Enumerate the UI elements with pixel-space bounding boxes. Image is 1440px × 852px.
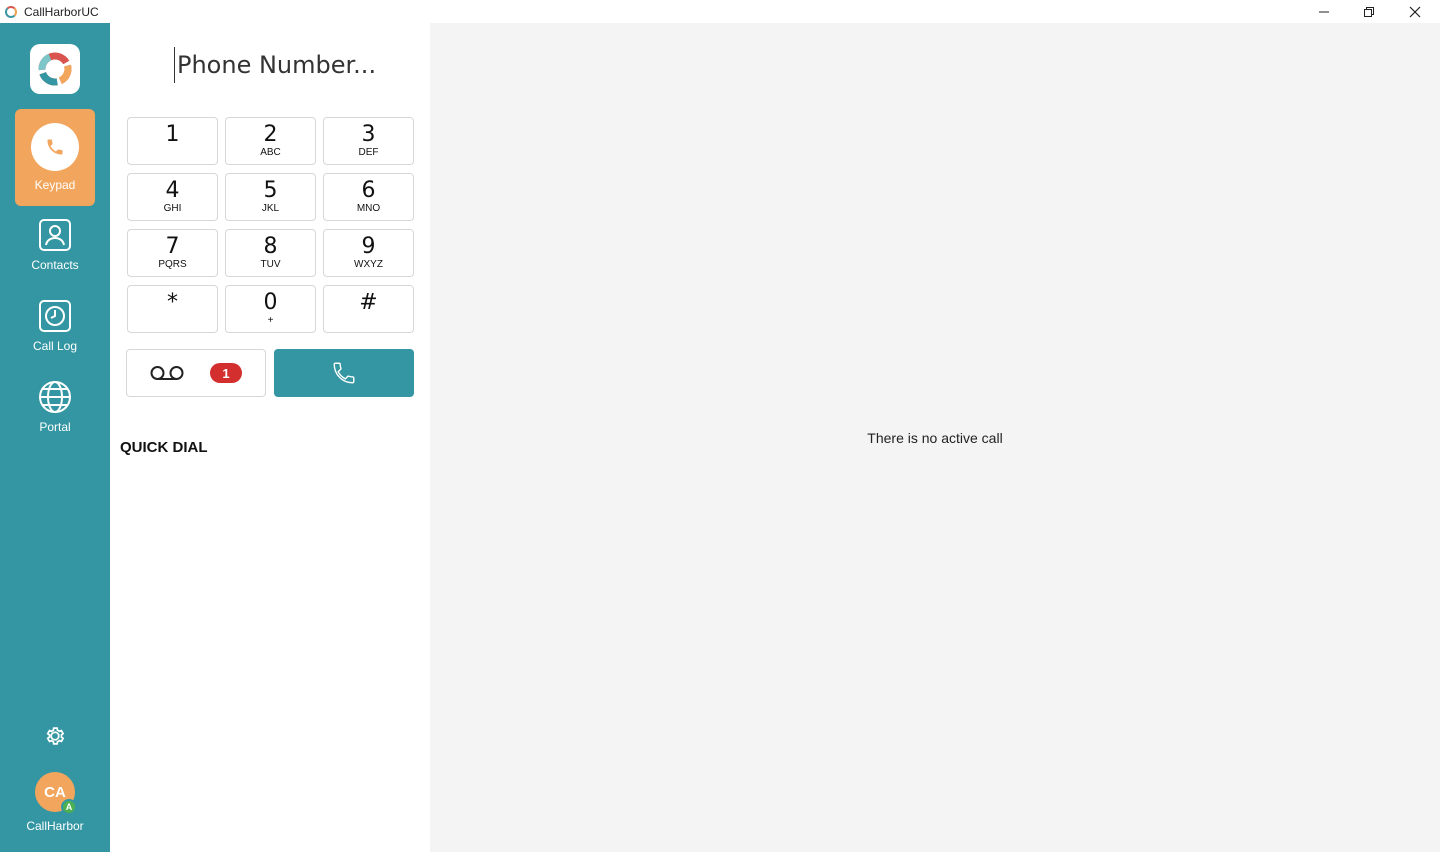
keypad-key[interactable]: 1 [127, 117, 218, 165]
key-letters: TUV [260, 259, 281, 270]
keypad-key[interactable]: 4 GHI [127, 173, 218, 221]
user-name: CallHarbor [26, 819, 84, 833]
keypad-key[interactable]: 5 JKL [225, 173, 316, 221]
brand-logo [30, 44, 80, 94]
quick-dial-heading: QUICK DIAL [120, 439, 208, 456]
key-letters: DEF [358, 147, 379, 158]
key-digit: 4 [165, 178, 180, 203]
window-title: CallHarborUC [24, 4, 99, 19]
minimize-button[interactable] [1301, 0, 1347, 23]
key-letters: JKL [261, 203, 280, 214]
keypad-key[interactable]: 0 + [225, 285, 316, 333]
minimize-icon [1319, 11, 1329, 12]
close-icon [1409, 6, 1421, 17]
brand-logo-icon [38, 52, 72, 86]
key-digit: * [167, 290, 178, 315]
voicemail-button[interactable]: 1 [126, 349, 266, 397]
key-digit: 3 [361, 122, 376, 147]
key-digit: 6 [361, 178, 376, 203]
sidebar-item-label: Call Log [32, 339, 78, 353]
key-digit: 8 [263, 234, 278, 259]
keypad-key[interactable]: 2 ABC [225, 117, 316, 165]
sidebar-item-label: Portal [39, 420, 71, 434]
close-button[interactable] [1392, 0, 1438, 23]
phone-icon [333, 362, 355, 384]
keypad-key[interactable]: # [323, 285, 414, 333]
keypad-key[interactable]: 8 TUV [225, 229, 316, 277]
sidebar-item-contacts[interactable]: Contacts [15, 213, 95, 293]
key-digit: 9 [361, 234, 376, 259]
voicemail-count-badge: 1 [210, 363, 242, 383]
key-digit: 2 [263, 122, 278, 147]
sidebar-item-keypad[interactable]: Keypad [15, 109, 95, 206]
key-letters: ABC [260, 147, 281, 158]
key-digit: 5 [263, 178, 278, 203]
keypad-key[interactable]: 7 PQRS [127, 229, 218, 277]
keypad-key[interactable]: 3 DEF [323, 117, 414, 165]
key-letters: WXYZ [354, 259, 383, 270]
key-digit: 1 [165, 122, 180, 147]
voicemail-icon [150, 366, 184, 380]
settings-gear-icon[interactable] [42, 723, 68, 749]
key-letters: + [267, 315, 274, 326]
globe-icon [39, 381, 71, 413]
keypad-key[interactable]: 9 WXYZ [323, 229, 414, 277]
key-digit: # [359, 290, 378, 315]
key-letters: PQRS [158, 259, 187, 270]
call-button[interactable] [274, 349, 414, 397]
keypad-key[interactable]: 6 MNO [323, 173, 414, 221]
sidebar-item-call-log[interactable]: Call Log [15, 294, 95, 374]
sidebar: Keypad Contacts Call Log Portal CA A Cal… [0, 23, 110, 852]
clock-icon [39, 300, 71, 332]
restore-icon [1364, 6, 1374, 17]
app-logo-icon [5, 5, 17, 18]
sidebar-item-label: Keypad [34, 178, 76, 192]
key-letters: MNO [356, 203, 381, 214]
keypad-key[interactable]: * [127, 285, 218, 333]
no-active-call-message: There is no active call [867, 430, 1003, 446]
key-digit: 0 [263, 290, 278, 315]
key-digit: 7 [165, 234, 180, 259]
user-status-badge: A [61, 799, 77, 815]
phone-number-input[interactable] [174, 47, 374, 83]
dial-panel: 12ABC3DEF4GHI5JKL6MNO7PQRS8TUV9WXYZ*0+# … [110, 23, 430, 852]
phone-icon [47, 139, 63, 155]
sidebar-item-label: Contacts [31, 258, 79, 272]
sidebar-item-portal[interactable]: Portal [15, 375, 95, 455]
keypad-icon-circle [31, 123, 79, 171]
title-bar: CallHarborUC [0, 0, 1440, 23]
key-letters: GHI [163, 203, 182, 214]
contact-card-icon [39, 219, 71, 251]
restore-button[interactable] [1346, 0, 1392, 23]
